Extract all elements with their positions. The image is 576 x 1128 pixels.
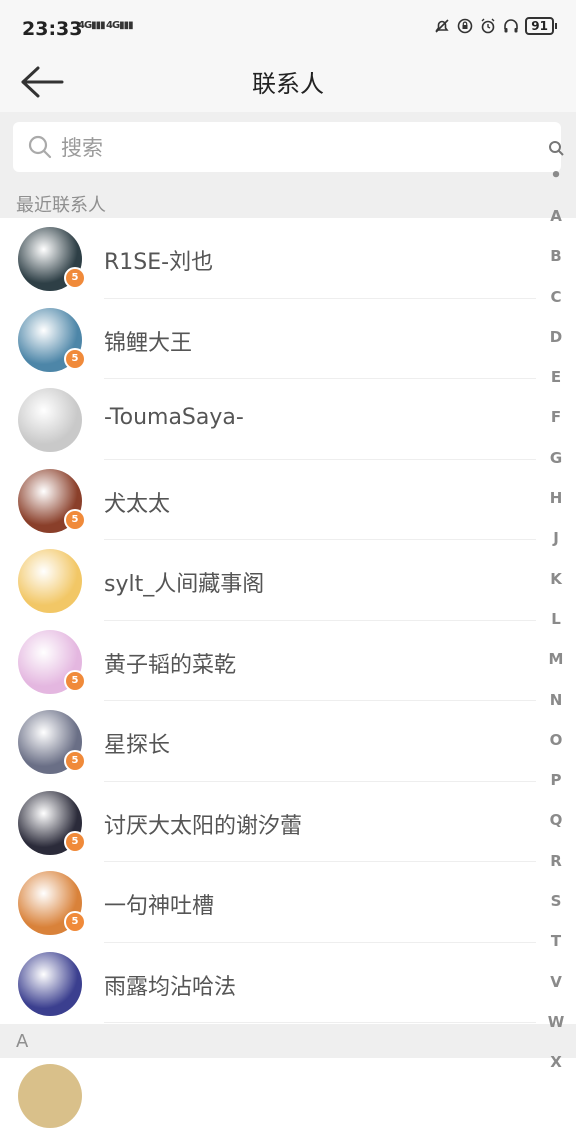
index-letter[interactable]: E	[536, 357, 576, 397]
contact-name: 犬太太	[104, 491, 171, 517]
avatar	[18, 388, 82, 452]
level-badge: 5	[64, 911, 86, 933]
avatar[interactable]	[18, 1064, 82, 1128]
index-star[interactable]: •	[536, 166, 576, 196]
section-label-recent: 最近联系人	[16, 195, 106, 216]
search-icon	[28, 135, 52, 159]
search-input[interactable]	[59, 130, 543, 166]
signal-label: 4G	[78, 20, 92, 31]
app-header: 联系人	[0, 58, 576, 112]
search-area	[0, 112, 576, 184]
status-time: 23:33	[22, 18, 83, 40]
index-letter[interactable]: L	[536, 599, 576, 639]
index-letter[interactable]: P	[536, 760, 576, 800]
contact-row[interactable]: 5 锦鲤大王	[0, 299, 576, 379]
index-letter[interactable]: J	[536, 518, 576, 558]
level-badge: 5	[64, 347, 86, 370]
index-letter[interactable]: O	[536, 720, 576, 760]
contact-row[interactable]: -ToumaSaya-	[0, 379, 576, 460]
contact-name: 锦鲤大王	[104, 330, 193, 356]
contact-row[interactable]: sylt_人间藏事阁	[0, 540, 576, 621]
contact-name: 一句神吐槽	[104, 894, 215, 919]
contact-row[interactable]: 5 讨厌大太阳的谢汐蕾	[0, 782, 576, 862]
contact-name: 讨厌大太阳的谢汐蕾	[104, 813, 303, 839]
level-badge: 5	[64, 508, 86, 531]
level-badge: 5	[64, 669, 86, 692]
alarm-icon	[479, 17, 497, 35]
page-title: 联系人	[252, 70, 324, 98]
contact-row[interactable]: 5 黄子韬的菜乾	[0, 621, 576, 701]
contact-name: 星探长	[104, 733, 171, 758]
level-badge: 5	[64, 750, 86, 772]
search-box[interactable]	[13, 122, 561, 172]
section-header-recent: 最近联系人	[0, 184, 576, 218]
contact-row[interactable]: 雨露均沾哈法	[0, 943, 576, 1023]
avatar	[18, 951, 82, 1016]
index-letter[interactable]: H	[536, 478, 576, 518]
avatar	[18, 549, 82, 613]
index-letter[interactable]: C	[536, 277, 576, 317]
index-letter[interactable]: F	[536, 397, 576, 437]
divider	[104, 1022, 536, 1023]
index-letter[interactable]: Q	[536, 800, 576, 840]
index-letter[interactable]: S	[536, 881, 576, 921]
contact-name: R1SE-刘也	[104, 250, 214, 275]
contact-row[interactable]: 5 一句神吐槽	[0, 862, 576, 943]
index-letter[interactable]: K	[536, 559, 576, 599]
section-label-a: A	[16, 1031, 29, 1052]
mute-bell-icon	[433, 17, 451, 35]
index-letter[interactable]: V	[536, 962, 576, 1002]
index-letter[interactable]: N	[536, 680, 576, 720]
contact-row[interactable]: 5 星探长	[0, 701, 576, 782]
index-letter[interactable]: T	[536, 921, 576, 961]
section-header-a: A	[0, 1024, 576, 1058]
alphabet-index[interactable]: • ABCDEFGHJKLMNOPQRSTVWX	[536, 136, 576, 1083]
headphones-icon	[502, 17, 520, 35]
index-letter[interactable]: A	[536, 196, 576, 236]
index-letter[interactable]: R	[536, 841, 576, 881]
contact-name: -ToumaSaya-	[104, 405, 244, 430]
contact-row[interactable]: 5 犬太太	[0, 460, 576, 540]
level-badge: 5	[64, 830, 86, 853]
index-letter[interactable]: W	[536, 1002, 576, 1042]
status-icons: 91	[433, 17, 557, 35]
contact-name: sylt_人间藏事阁	[104, 572, 265, 597]
index-letter[interactable]: M	[536, 639, 576, 679]
level-badge: 5	[64, 267, 86, 289]
lock-rotation-icon	[456, 17, 474, 35]
signal-icon: 4G▮▮▮	[78, 20, 106, 31]
contact-list: 5 R1SE-刘也 5 锦鲤大王 -ToumaSaya- 5 犬太太 sylt_人间藏事阁 5 黄…	[0, 218, 576, 1023]
index-letter[interactable]: B	[536, 236, 576, 276]
index-letter[interactable]: D	[536, 317, 576, 357]
signal-label-2: 4G	[106, 20, 120, 31]
index-letter[interactable]: G	[536, 438, 576, 478]
contact-name: 黄子韬的菜乾	[104, 652, 237, 678]
signal-icon-2: 4G▮▮▮	[106, 20, 134, 31]
status-bar: 23:33 4G▮▮▮ 4G▮▮▮ 91	[0, 0, 576, 58]
index-letter[interactable]: X	[536, 1042, 576, 1082]
battery-icon: 91	[525, 17, 557, 35]
contact-name: 雨露均沾哈法	[104, 974, 237, 1000]
contact-row[interactable]: 5 R1SE-刘也	[0, 218, 576, 299]
index-search-icon[interactable]	[536, 136, 576, 166]
